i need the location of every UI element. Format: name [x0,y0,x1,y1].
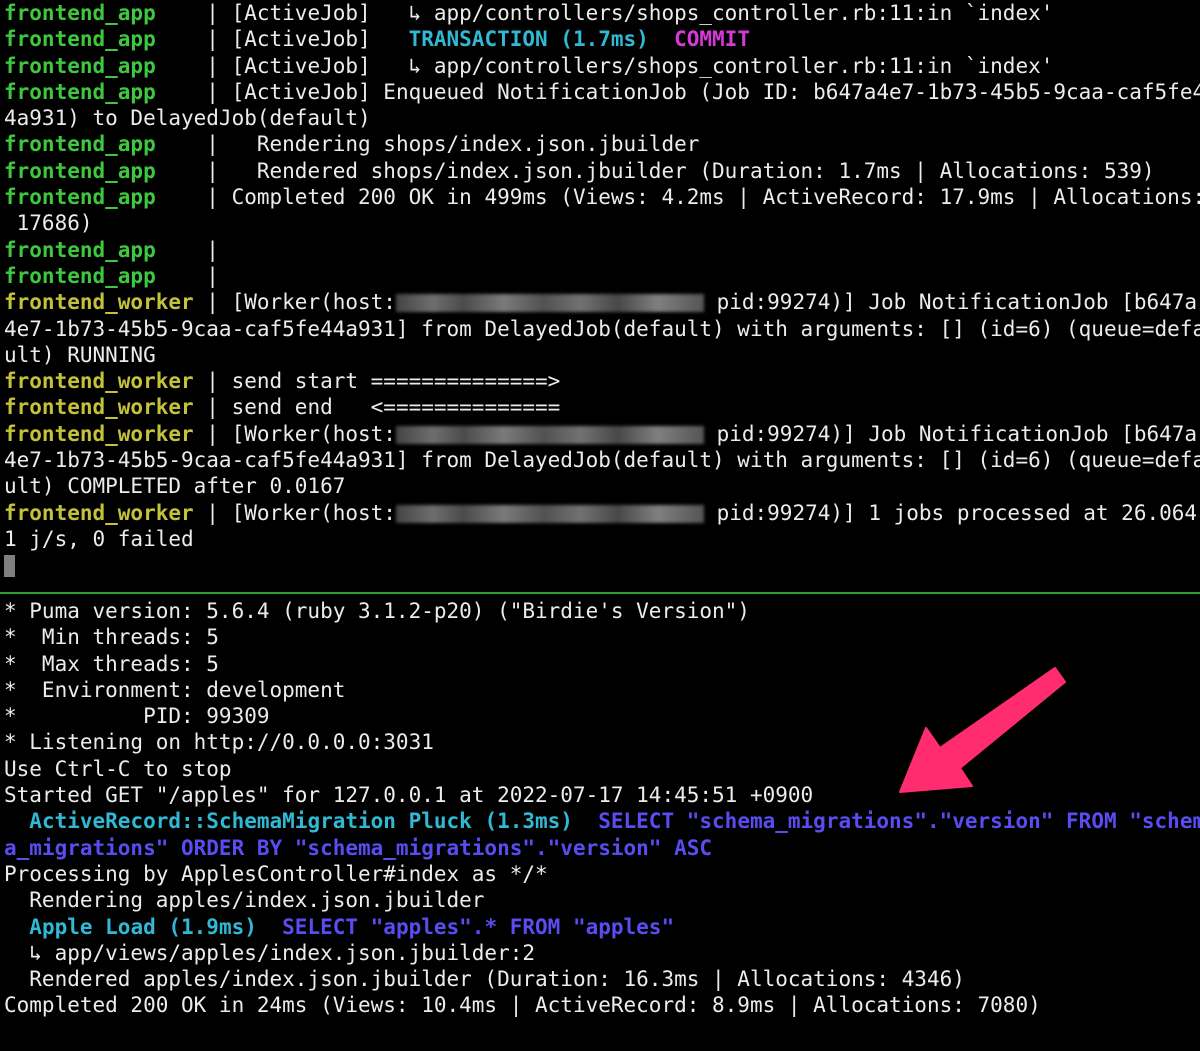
log-text: | [Worker(host: [206,500,396,525]
log-line: frontend_worker | [Worker(host: pid:9927… [0,289,1200,315]
log-line: ult) COMPLETED after 0.0167 [0,473,1200,499]
process-prefix: frontend_app [4,1,207,25]
log-line: frontend_worker | [Worker(host: pid:9927… [0,500,1200,526]
log-line: 4e7-1b73-45b5-9caa-caf5fe44a931] from De… [0,316,1200,342]
log-text: | [ActiveJob] ↳ app/controllers/shops_co… [206,1,1054,25]
log-text: ult) RUNNING [4,342,156,367]
process-prefix: frontend_app [4,263,207,288]
log-text: | send end <============== [206,395,561,420]
log-text: | [206,237,219,262]
log-line: Rendering apples/index.json.jbuilder [4,888,485,913]
log-text: | [Worker(host: [206,421,396,446]
process-prefix: frontend_app [4,27,207,52]
transaction-label: TRANSACTION (1.7ms) [408,27,649,52]
log-line: frontend_app | [0,263,1200,289]
top-terminal-pane[interactable]: frontend_app | [ActiveJob] ↳ app/control… [0,0,1200,588]
log-line: frontend_app | [ActiveJob] ↳ app/control… [0,53,1200,79]
sql-continuation: a_migrations" ORDER BY "schema_migration… [4,835,713,860]
log-line: Completed 200 OK in 24ms (Views: 10.4ms … [4,993,1041,1018]
log-text: 1 j/s, 0 failed [4,526,194,551]
log-line: frontend_app | [ActiveJob] ↳ app/control… [0,0,1200,26]
log-text: | Completed 200 OK in 499ms (Views: 4.2m… [206,185,1200,210]
log-line: frontend_worker | send start ===========… [0,368,1200,394]
log-text: | [ActiveJob] [206,27,409,52]
log-line: frontend_app | [ActiveJob] TRANSACTION (… [0,26,1200,52]
log-text: 4e7-1b73-45b5-9caa-caf5fe44a931] from De… [4,316,1200,341]
sql-text: SELECT "apples".* FROM "apples" [256,914,675,939]
log-text: pid:99274)] 1 jobs processed at 26.064 [703,500,1198,525]
log-line: 4e7-1b73-45b5-9caa-caf5fe44a931] from De… [0,447,1200,473]
log-text: 4e7-1b73-45b5-9caa-caf5fe44a931] from De… [4,448,1200,473]
process-prefix: frontend_app [4,132,207,157]
log-text: pid:99274)] Job NotificationJob [b647a [703,421,1198,446]
log-line: frontend_app | [ActiveJob] Enqueued Noti… [0,79,1200,105]
log-line: frontend_app | [0,237,1200,263]
log-line: ult) RUNNING [0,342,1200,368]
cursor-line [0,552,1200,578]
log-line: * Min threads: 5 [4,625,219,650]
process-prefix: frontend_app [4,79,207,104]
process-prefix: frontend_app [4,53,207,78]
process-prefix: frontend_worker [4,395,207,420]
log-text: | send start ==============> [206,369,561,394]
process-prefix: frontend_app [4,185,207,210]
sql-text: SELECT "schema_migrations"."version" FRO… [572,809,1200,834]
log-text: 17686) [4,211,93,236]
redacted-hostname [395,504,704,523]
log-line: * Puma version: 5.6.4 (ruby 3.1.2-p20) (… [4,599,750,623]
process-prefix: frontend_worker [4,290,207,315]
log-text: ult) COMPLETED after 0.0167 [4,474,346,499]
log-text: pid:99274)] Job NotificationJob [b647a [703,290,1198,315]
log-line: ActiveRecord::SchemaMigration Pluck (1.3… [0,808,1200,834]
log-line: Apple Load (1.9ms) SELECT "apples".* FRO… [0,914,1200,940]
process-prefix: frontend_app [4,237,207,262]
log-line: ↳ app/views/apples/index.json.jbuilder:2 [4,940,536,965]
process-prefix: frontend_app [4,158,207,183]
log-line: frontend_app | Rendering shops/index.jso… [0,131,1200,157]
pane-divider[interactable] [0,592,1200,594]
log-text: | [Worker(host: [206,290,396,315]
log-line: frontend_app | Rendered shops/index.json… [0,158,1200,184]
log-line: 4a931) to DelayedJob(default) [0,105,1200,131]
log-line: 1 j/s, 0 failed [0,526,1200,552]
log-text: | Rendering shops/index.json.jbuilder [206,132,700,157]
log-text: | [ActiveJob] Enqueued NotificationJob (… [206,79,1200,104]
log-text: 4a931) to DelayedJob(default) [4,106,371,131]
query-label: ActiveRecord::SchemaMigration Pluck (1.3… [29,809,573,834]
log-line: 17686) [0,210,1200,236]
log-text: | [206,263,219,288]
redacted-hostname [395,425,704,444]
arrow-icon [899,667,1066,793]
log-line: frontend_app | Completed 200 OK in 499ms… [0,184,1200,210]
process-prefix: frontend_worker [4,421,207,446]
query-label: Apple Load (1.9ms) [29,914,257,939]
process-prefix: frontend_worker [4,369,207,394]
commit-label: COMMIT [674,27,750,52]
log-line: frontend_worker | [Worker(host: pid:9927… [0,421,1200,447]
log-line: Processing by ApplesController#index as … [4,861,548,886]
log-line: frontend_worker | send end <============… [0,394,1200,420]
process-prefix: frontend_worker [4,500,207,525]
log-text: | [ActiveJob] ↳ app/controllers/shops_co… [206,53,1054,78]
log-line: Rendered apples/index.json.jbuilder (Dur… [4,967,965,992]
log-text: | Rendered shops/index.json.jbuilder (Du… [206,158,1155,183]
redacted-hostname [395,294,704,313]
terminal-cursor [4,555,15,578]
